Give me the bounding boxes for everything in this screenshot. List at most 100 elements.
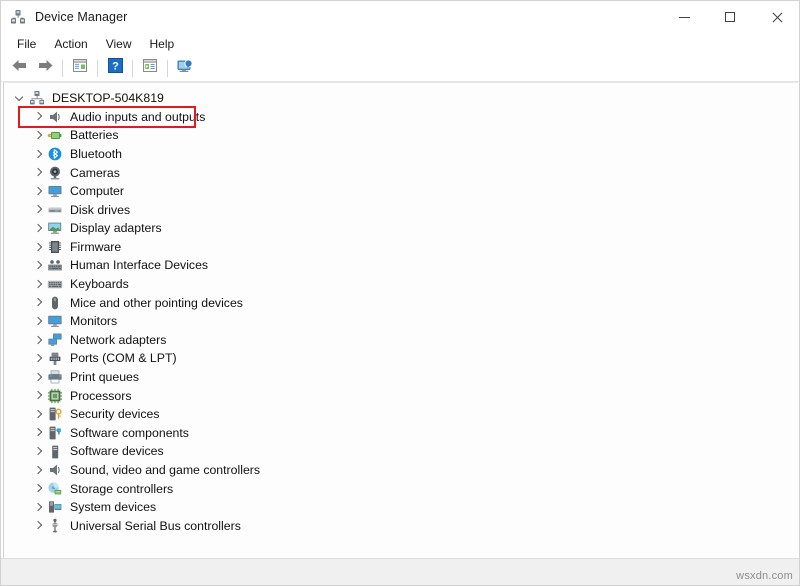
processor-icon bbox=[47, 388, 63, 404]
help-button[interactable]: ? bbox=[102, 56, 128, 80]
usb-controller-icon bbox=[47, 518, 63, 534]
tree-item-sound-video-and-game-controllers[interactable]: Sound, video and game controllers bbox=[4, 461, 798, 480]
update-driver-button[interactable] bbox=[137, 56, 163, 80]
chevron-right-icon[interactable] bbox=[32, 259, 45, 272]
tree-item-label: Universal Serial Bus controllers bbox=[70, 520, 241, 532]
tree-item-label: Ports (COM & LPT) bbox=[70, 352, 177, 364]
tree-item-system-devices[interactable]: System devices bbox=[4, 498, 798, 517]
properties-icon bbox=[72, 58, 88, 78]
tree-item-label: Print queues bbox=[70, 371, 139, 383]
tree-root-label: DESKTOP-504K819 bbox=[52, 92, 164, 104]
menu-item-help[interactable]: Help bbox=[141, 35, 184, 53]
tree-item-print-queues[interactable]: Print queues bbox=[4, 368, 798, 387]
tree-item-computer[interactable]: Computer bbox=[4, 182, 798, 201]
chevron-right-icon[interactable] bbox=[32, 352, 45, 365]
chevron-right-icon[interactable] bbox=[32, 129, 45, 142]
computer-root-icon bbox=[29, 90, 45, 106]
system-device-icon bbox=[47, 499, 63, 515]
tree-root-node[interactable]: DESKTOP-504K819 bbox=[4, 89, 798, 108]
tree-item-human-interface-devices[interactable]: Human Interface Devices bbox=[4, 256, 798, 275]
tree-item-label: Software components bbox=[70, 427, 189, 439]
chevron-right-icon[interactable] bbox=[32, 241, 45, 254]
tree-item-firmware[interactable]: Firmware bbox=[4, 238, 798, 257]
status-bar: wsxdn.com bbox=[1, 558, 799, 585]
tree-item-security-devices[interactable]: Security devices bbox=[4, 405, 798, 424]
chevron-right-icon[interactable] bbox=[32, 501, 45, 514]
firmware-icon bbox=[47, 239, 63, 255]
software-component-icon bbox=[47, 425, 63, 441]
chevron-right-icon[interactable] bbox=[32, 408, 45, 421]
tree-item-ports[interactable]: Ports (COM & LPT) bbox=[4, 349, 798, 368]
monitor-icon bbox=[47, 313, 63, 329]
tree-item-universal-serial-bus-controllers[interactable]: Universal Serial Bus controllers bbox=[4, 517, 798, 536]
chevron-right-icon[interactable] bbox=[32, 222, 45, 235]
chevron-right-icon[interactable] bbox=[32, 110, 45, 123]
chevron-right-icon[interactable] bbox=[32, 296, 45, 309]
chevron-right-icon[interactable] bbox=[32, 445, 45, 458]
chevron-right-icon[interactable] bbox=[32, 426, 45, 439]
storage-controller-icon bbox=[47, 481, 63, 497]
tree-item-label: Keyboards bbox=[70, 278, 129, 290]
maximize-button[interactable] bbox=[707, 1, 753, 33]
back-button[interactable] bbox=[6, 56, 32, 80]
tree-item-display-adapters[interactable]: Display adapters bbox=[4, 219, 798, 238]
chevron-right-icon[interactable] bbox=[32, 203, 45, 216]
device-manager-window: Device Manager File Action View Help bbox=[0, 0, 800, 586]
tree-item-disk-drives[interactable]: Disk drives bbox=[4, 201, 798, 220]
chevron-right-icon[interactable] bbox=[32, 278, 45, 291]
tree-item-label: Firmware bbox=[70, 241, 121, 253]
chevron-right-icon[interactable] bbox=[32, 482, 45, 495]
chevron-right-icon[interactable] bbox=[32, 315, 45, 328]
close-button[interactable] bbox=[753, 1, 799, 33]
properties-button[interactable] bbox=[67, 56, 93, 80]
tree-item-keyboards[interactable]: Keyboards bbox=[4, 275, 798, 294]
toolbar-separator-3 bbox=[132, 60, 133, 77]
chevron-right-icon[interactable] bbox=[32, 166, 45, 179]
tree-item-audio-inputs-and-outputs[interactable]: Audio inputs and outputs bbox=[4, 108, 798, 127]
toolbar-separator-1 bbox=[62, 60, 63, 77]
tree-item-network-adapters[interactable]: Network adapters bbox=[4, 331, 798, 350]
tree-item-label: Mice and other pointing devices bbox=[70, 297, 243, 309]
help-icon: ? bbox=[108, 58, 123, 78]
chevron-right-icon[interactable] bbox=[32, 148, 45, 161]
tree-item-label: Disk drives bbox=[70, 204, 130, 216]
tree-item-label: Storage controllers bbox=[70, 483, 173, 495]
chevron-right-icon[interactable] bbox=[32, 371, 45, 384]
tree-item-storage-controllers[interactable]: Storage controllers bbox=[4, 479, 798, 498]
tree-item-label: Computer bbox=[70, 185, 124, 197]
speaker-icon bbox=[47, 109, 63, 125]
battery-icon bbox=[47, 127, 63, 143]
bluetooth-icon bbox=[47, 146, 63, 162]
chevron-right-icon[interactable] bbox=[32, 185, 45, 198]
tree-item-cameras[interactable]: Cameras bbox=[4, 163, 798, 182]
tree-item-software-devices[interactable]: Software devices bbox=[4, 442, 798, 461]
scan-hardware-icon bbox=[176, 58, 194, 79]
device-tree-pane[interactable]: DESKTOP-504K819 Audio inputs and outputs bbox=[3, 82, 798, 558]
menu-item-file[interactable]: File bbox=[8, 35, 45, 53]
menu-item-view[interactable]: View bbox=[97, 35, 141, 53]
chevron-down-icon[interactable] bbox=[14, 92, 27, 105]
close-icon bbox=[771, 12, 782, 23]
tree-item-monitors[interactable]: Monitors bbox=[4, 312, 798, 331]
minimize-icon bbox=[679, 17, 690, 18]
minimize-button[interactable] bbox=[661, 1, 707, 33]
tree-item-label: Network adapters bbox=[70, 334, 166, 346]
tree-item-processors[interactable]: Processors bbox=[4, 387, 798, 406]
update-driver-icon bbox=[142, 58, 158, 78]
tree-item-label: Processors bbox=[70, 390, 132, 402]
tree-item-label: Bluetooth bbox=[70, 148, 122, 160]
tree-item-mice-and-other-pointing-devices[interactable]: Mice and other pointing devices bbox=[4, 294, 798, 313]
scan-hardware-button[interactable] bbox=[172, 56, 198, 80]
chevron-right-icon[interactable] bbox=[32, 464, 45, 477]
forward-button[interactable] bbox=[32, 56, 58, 80]
tree-item-bluetooth[interactable]: Bluetooth bbox=[4, 145, 798, 164]
chevron-right-icon[interactable] bbox=[32, 389, 45, 402]
menu-item-action[interactable]: Action bbox=[45, 35, 96, 53]
tree-item-software-components[interactable]: Software components bbox=[4, 424, 798, 443]
watermark: wsxdn.com bbox=[736, 570, 793, 582]
camera-icon bbox=[47, 165, 63, 181]
forward-icon bbox=[37, 58, 54, 78]
chevron-right-icon[interactable] bbox=[32, 519, 45, 532]
chevron-right-icon[interactable] bbox=[32, 334, 45, 347]
tree-item-batteries[interactable]: Batteries bbox=[4, 126, 798, 145]
